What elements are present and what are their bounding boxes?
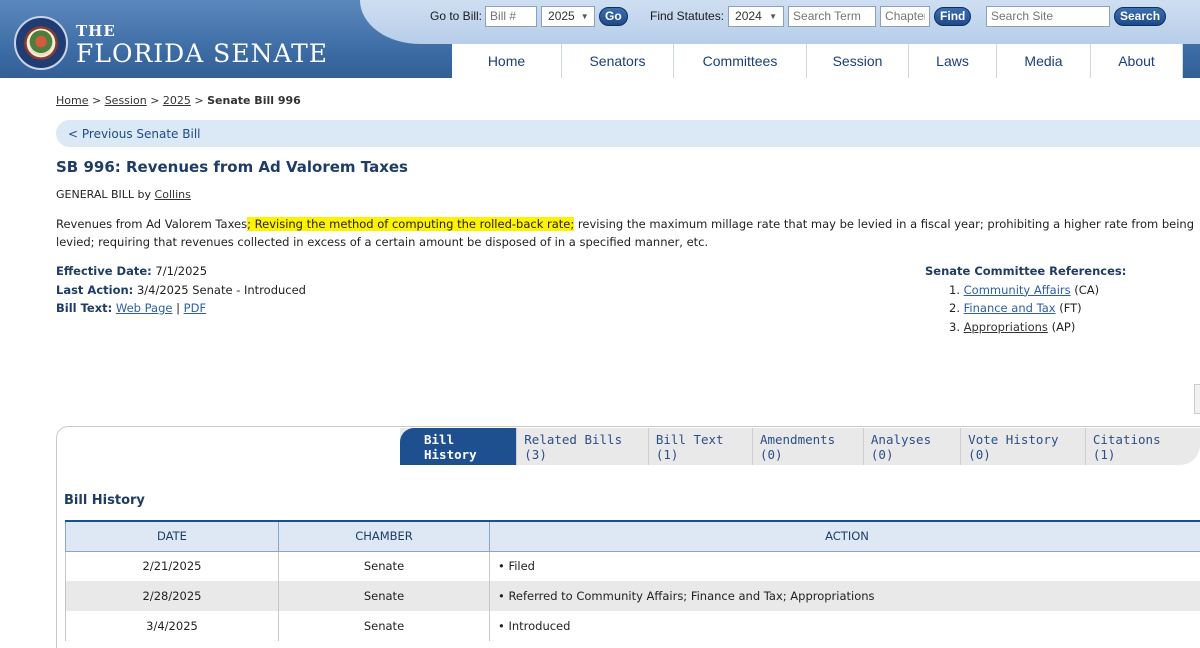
committee-ref-item: 1. Community Affairs (CA) [949, 281, 1126, 300]
find-statutes-label: Find Statutes: [650, 9, 725, 23]
committee-ref-item: 2. Finance and Tax (FT) [949, 299, 1126, 318]
nav-laws[interactable]: Laws [909, 44, 997, 78]
committee-link-appropriations[interactable]: Appropriations [964, 320, 1048, 334]
nav-committees[interactable]: Committees [674, 44, 807, 78]
breadcrumb-home[interactable]: Home [56, 94, 88, 107]
go-button[interactable]: Go [599, 6, 628, 26]
chevron-down-icon: ▼ [769, 11, 778, 21]
row-action: • Introduced [489, 611, 1200, 641]
committee-references: Senate Committee References: 1. Communit… [925, 262, 1126, 336]
last-action-label: Last Action: [56, 282, 134, 297]
find-statutes-bar: Find Statutes: 2024 ▼ Find [650, 5, 972, 27]
ref-num: 2. [949, 301, 960, 315]
breadcrumb-current: Senate Bill 996 [207, 94, 301, 107]
ref-num: 1. [949, 282, 960, 297]
row-chamber: Senate [278, 611, 490, 641]
find-button[interactable]: Find [934, 6, 972, 26]
row-date: 2/21/2025 [65, 551, 279, 581]
breadcrumb-separator: > [91, 94, 102, 107]
nav-session[interactable]: Session [807, 44, 909, 78]
ref-num: 3. [949, 319, 960, 334]
desc-highlight: ; Revising the method of computing the r… [247, 217, 575, 231]
site-header: THE FLORIDA SENATE Go to Bill: 2025 ▼ Go… [0, 0, 1200, 78]
statutes-year-select[interactable]: 2024 ▼ [728, 5, 785, 27]
desc-start: Revenues from Ad Valorem Taxes [56, 217, 248, 231]
link-separator: | [176, 301, 180, 315]
ref-code: (FT) [1059, 301, 1082, 315]
previous-bill-link[interactable]: < Previous Senate Bill [56, 120, 1200, 147]
breadcrumb-separator: > [150, 94, 160, 107]
bill-type: GENERAL BILL by Collins [56, 188, 191, 201]
bill-tabs: Bill History Related Bills (3) Bill Text… [400, 428, 1200, 465]
row-date: 2/28/2025 [65, 581, 279, 611]
table-header-row: DATE CHAMBER ACTION [65, 520, 1200, 552]
bill-year-select[interactable]: 2025 ▼ [541, 5, 596, 27]
bill-year-value: 2025 [548, 9, 575, 23]
breadcrumb-year[interactable]: 2025 [163, 94, 191, 107]
bill-meta: Effective Date: 7/1/2025 Last Action: 3/… [56, 262, 306, 318]
chevron-down-icon: ▼ [580, 11, 589, 21]
effective-date-label: Effective Date: [56, 264, 152, 278]
row-chamber: Senate [278, 551, 490, 581]
ref-code: (CA) [1074, 282, 1100, 297]
pdf-link[interactable]: PDF [184, 301, 206, 315]
column-chamber: CHAMBER [278, 520, 490, 552]
breadcrumb-session[interactable]: Session [105, 94, 147, 107]
brand-the[interactable]: THE [76, 22, 116, 40]
ref-code: (AP) [1051, 319, 1076, 334]
effective-date-value: 7/1/2025 [155, 264, 208, 278]
row-action: • Filed [489, 551, 1200, 581]
web-page-link[interactable]: Web Page [116, 301, 173, 315]
row-date: 3/4/2025 [65, 611, 279, 641]
bill-history-title: Bill History [64, 493, 145, 508]
committee-link-finance-and-tax[interactable]: Finance and Tax [964, 301, 1056, 315]
tab-vote-history[interactable]: Vote History (0) [961, 428, 1086, 465]
sponsor-link[interactable]: Collins [155, 188, 191, 201]
chapter-input[interactable] [880, 5, 931, 27]
row-action: • Referred to Community Affairs; Finance… [489, 581, 1200, 611]
senate-seal-logo[interactable] [14, 16, 68, 70]
search-term-input[interactable] [788, 5, 877, 27]
tab-citations[interactable]: Citations (1) [1086, 428, 1200, 465]
bill-description: Revenues from Ad Valorem Taxes; Revising… [56, 215, 1200, 251]
table-row: 3/4/2025 Senate • Introduced [65, 611, 1200, 641]
nav-about[interactable]: About [1091, 44, 1183, 78]
goto-bill-bar: Go to Bill: 2025 ▼ Go [430, 5, 628, 27]
column-date: DATE [65, 520, 279, 552]
site-search-bar: Search [986, 5, 1167, 27]
last-action-value: 3/4/2025 Senate - Introduced [136, 282, 306, 297]
nav-home[interactable]: Home [452, 44, 562, 78]
goto-bill-label: Go to Bill: [430, 9, 483, 23]
statutes-year-value: 2024 [735, 9, 762, 23]
nav-senators[interactable]: Senators [562, 44, 674, 78]
site-search-input[interactable] [986, 5, 1110, 27]
tab-bill-history[interactable]: Bill History [400, 428, 518, 465]
brand-name[interactable]: FLORIDA SENATE [76, 39, 328, 68]
breadcrumb: Home > Session > 2025 > Senate Bill 996 [56, 94, 301, 107]
tab-related-bills[interactable]: Related Bills (3) [517, 428, 649, 465]
column-action: ACTION [489, 520, 1200, 552]
main-nav: Home Senators Committees Session Laws Me… [452, 44, 1183, 78]
bill-number-input[interactable] [485, 5, 538, 27]
search-button[interactable]: Search [1114, 6, 1167, 26]
bill-text-label: Bill Text: [56, 301, 113, 315]
bill-history-table: DATE CHAMBER ACTION 2/21/2025 Senate • F… [65, 520, 1200, 641]
page-title: SB 996: Revenues from Ad Valorem Taxes [56, 158, 408, 176]
side-feedback-tab[interactable] [1194, 384, 1200, 414]
nav-media[interactable]: Media [997, 44, 1091, 78]
tab-amendments[interactable]: Amendments (0) [753, 428, 864, 465]
table-row: 2/21/2025 Senate • Filed [65, 551, 1200, 581]
breadcrumb-separator: > [194, 94, 204, 107]
bill-type-text: GENERAL BILL by [56, 188, 152, 201]
tab-bill-text[interactable]: Bill Text (1) [649, 428, 753, 465]
committee-references-title: Senate Committee References: [925, 264, 1127, 278]
committee-link-community-affairs[interactable]: Community Affairs [964, 283, 1071, 297]
committee-ref-item: 3. Appropriations (AP) [949, 318, 1126, 337]
tab-analyses[interactable]: Analyses (0) [864, 428, 962, 465]
table-row: 2/28/2025 Senate • Referred to Community… [65, 581, 1200, 611]
row-chamber: Senate [278, 581, 490, 611]
